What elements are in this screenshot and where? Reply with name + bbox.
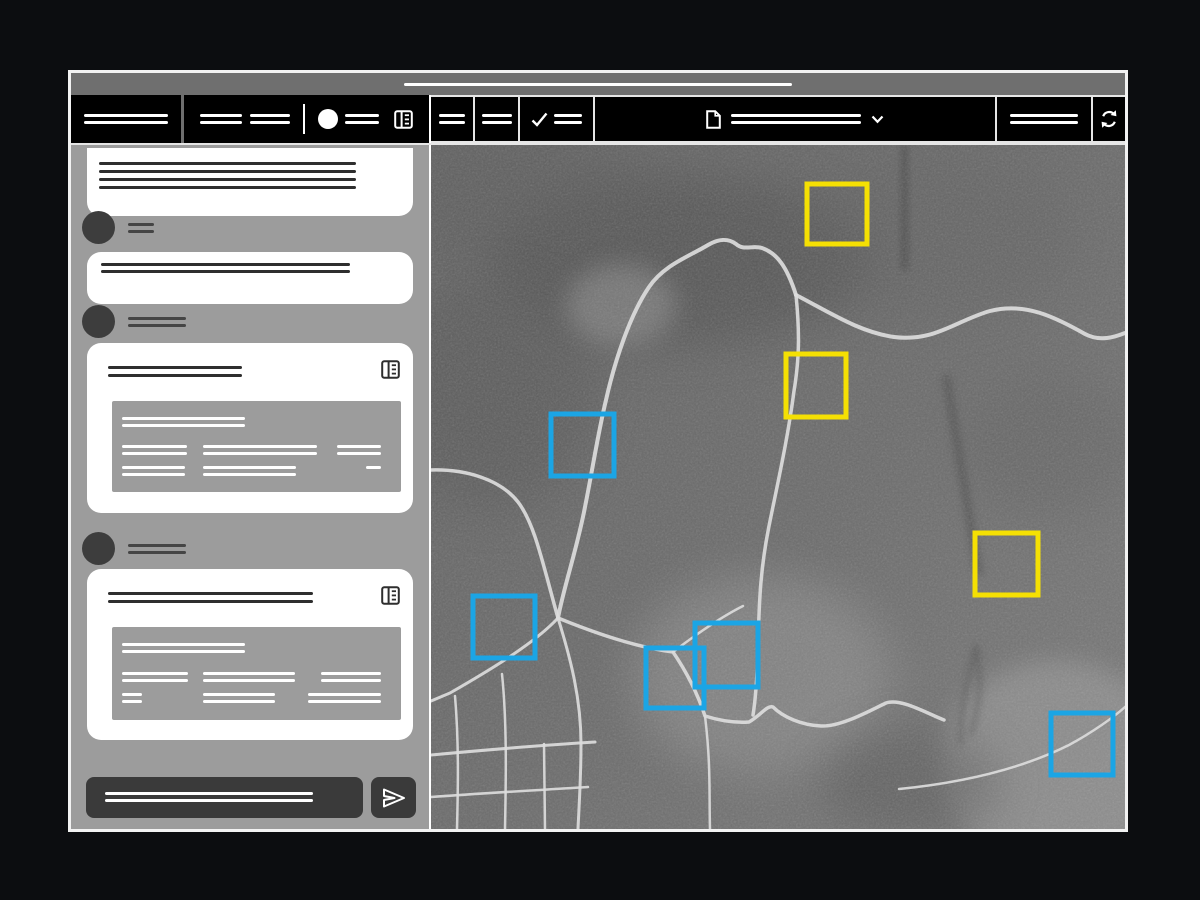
card-title-placeholder <box>108 366 242 382</box>
sort-button[interactable] <box>250 114 290 124</box>
panel-expand-icon[interactable] <box>381 360 400 379</box>
toolbar <box>71 95 1125 143</box>
dropdown-value-placeholder <box>731 114 861 124</box>
chat-input-row <box>86 777 416 818</box>
avatar[interactable] <box>82 211 115 244</box>
avatar[interactable] <box>82 305 115 338</box>
titlebar <box>71 73 1125 95</box>
message-card[interactable] <box>87 148 413 216</box>
detail-table-placeholder <box>112 401 401 492</box>
layer-select-dropdown[interactable] <box>595 97 995 141</box>
panel-expand-icon[interactable] <box>381 586 400 605</box>
avatar[interactable] <box>82 532 115 565</box>
send-icon <box>381 786 407 810</box>
select-all-button[interactable] <box>520 97 593 141</box>
map-road <box>544 744 545 829</box>
chevron-down-icon <box>871 115 884 124</box>
card-title-placeholder <box>108 592 313 608</box>
sidebar-controls <box>184 95 429 143</box>
panel-layout-icon[interactable] <box>394 110 413 129</box>
sidebar-toolbar <box>71 95 429 143</box>
status-dot <box>318 109 338 129</box>
refresh-icon <box>1099 109 1119 129</box>
detail-card[interactable] <box>87 569 413 740</box>
send-button[interactable] <box>371 777 416 818</box>
message-meta <box>82 305 186 338</box>
app-window <box>68 70 1128 832</box>
message-meta <box>82 532 186 565</box>
input-placeholder-lines <box>105 792 313 802</box>
map-status-button[interactable] <box>997 97 1091 141</box>
document-icon <box>706 110 721 129</box>
map-canvas[interactable] <box>431 145 1125 829</box>
map-tool-button-1[interactable] <box>431 97 473 141</box>
filter-button[interactable] <box>200 114 242 124</box>
message-card[interactable] <box>87 252 413 304</box>
title-text-placeholder <box>84 114 168 124</box>
user-label-placeholder <box>345 114 379 124</box>
address-bar-placeholder[interactable] <box>404 83 792 86</box>
satellite-map <box>431 145 1125 829</box>
detail-card[interactable] <box>87 343 413 513</box>
map-tool-button-2[interactable] <box>475 97 518 141</box>
chat-sidebar <box>71 145 429 829</box>
check-icon <box>531 112 548 127</box>
detail-table-placeholder <box>112 627 401 720</box>
message-meta <box>82 211 154 244</box>
map-toolbar <box>431 95 1125 143</box>
sidebar-title-button[interactable] <box>71 95 181 143</box>
chat-input[interactable] <box>86 777 363 818</box>
refresh-button[interactable] <box>1093 97 1125 141</box>
toolbar-divider <box>303 104 305 134</box>
